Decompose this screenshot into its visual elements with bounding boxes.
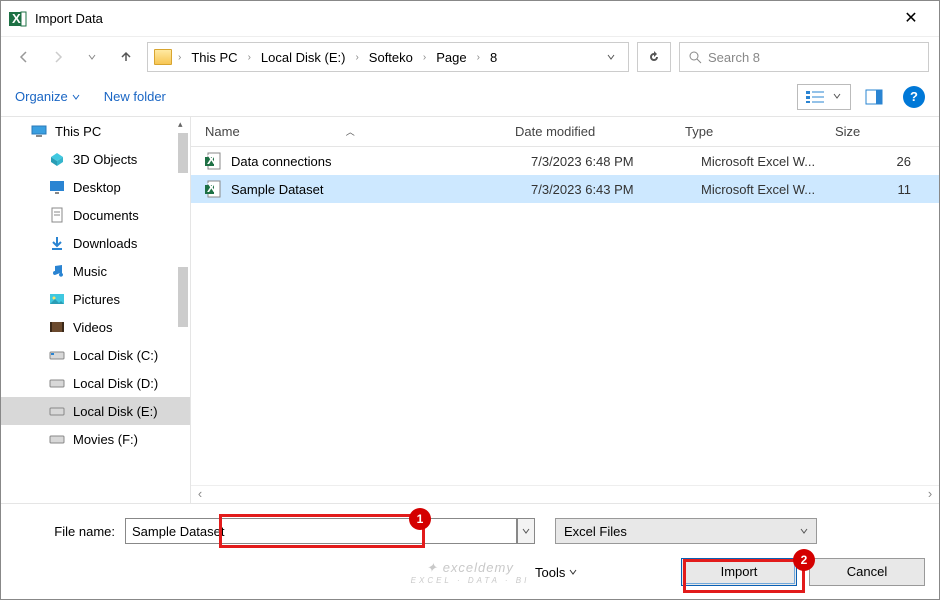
column-headers: Name︿ Date modified Type Size	[191, 117, 939, 147]
documents-icon	[49, 207, 65, 223]
file-list-pane: Name︿ Date modified Type Size X Data con…	[191, 117, 939, 503]
forward-button[interactable]	[45, 44, 71, 70]
sidebar-item-music[interactable]: Music	[1, 257, 190, 285]
new-folder-button[interactable]: New folder	[104, 89, 166, 104]
nav-bar: › This PC › Local Disk (E:) › Softeko › …	[1, 37, 939, 77]
downloads-icon	[49, 235, 65, 251]
breadcrumb-dropdown[interactable]	[600, 52, 622, 62]
sidebar-item-disk-c[interactable]: Local Disk (C:)	[1, 341, 190, 369]
up-button[interactable]	[113, 44, 139, 70]
filetype-value: Excel Files	[564, 524, 627, 539]
file-rows: X Data connections 7/3/2023 6:48 PM Micr…	[191, 147, 939, 203]
svg-text:X: X	[207, 152, 216, 167]
sidebar-item-disk-f[interactable]: Movies (F:)	[1, 425, 190, 453]
annotation-badge-2: 2	[793, 549, 815, 571]
column-header-size[interactable]: Size	[835, 124, 895, 139]
disk-icon	[49, 347, 65, 363]
chevron-right-icon: ›	[423, 52, 426, 63]
help-button[interactable]: ?	[903, 86, 925, 108]
svg-text:X: X	[207, 180, 216, 195]
filename-dropdown[interactable]	[517, 518, 535, 544]
sidebar-item-desktop[interactable]: Desktop	[1, 173, 190, 201]
file-date: 7/3/2023 6:43 PM	[531, 182, 701, 197]
search-placeholder: Search 8	[708, 50, 760, 65]
folder-icon	[154, 49, 172, 65]
titlebar: X Import Data ✕	[1, 1, 939, 37]
toolbar: Organize New folder ?	[1, 77, 939, 117]
horizontal-scrollbar[interactable]: ‹ ›	[191, 485, 939, 503]
chevron-down-icon	[800, 527, 808, 535]
search-icon	[688, 50, 702, 64]
pc-icon	[31, 123, 47, 139]
sidebar-item-disk-e[interactable]: Local Disk (E:)	[1, 397, 190, 425]
import-data-dialog: X Import Data ✕ › This PC › Local Disk (…	[0, 0, 940, 600]
music-icon	[49, 263, 65, 279]
recent-dropdown[interactable]	[79, 44, 105, 70]
file-size: 26	[851, 154, 911, 169]
search-input[interactable]: Search 8	[679, 42, 929, 72]
desktop-icon	[49, 179, 65, 195]
column-header-name[interactable]: Name︿	[205, 124, 515, 139]
sidebar-item-documents[interactable]: Documents	[1, 201, 190, 229]
filename-label: File name:	[15, 524, 125, 539]
videos-icon	[49, 319, 65, 335]
file-name: Data connections	[231, 154, 531, 169]
back-button[interactable]	[11, 44, 37, 70]
breadcrumb-item[interactable]: This PC	[187, 46, 241, 69]
breadcrumb-item[interactable]: Softeko	[365, 46, 417, 69]
file-size: 11	[851, 182, 911, 197]
navigation-sidebar: This PC 3D Objects Desktop Documents Dow…	[1, 117, 191, 503]
sidebar-item-videos[interactable]: Videos	[1, 313, 190, 341]
tools-menu[interactable]: Tools	[535, 565, 577, 580]
disk-icon	[49, 403, 65, 419]
close-button[interactable]: ✕	[891, 4, 931, 34]
dialog-body: This PC 3D Objects Desktop Documents Dow…	[1, 117, 939, 503]
file-row[interactable]: X Sample Dataset 7/3/2023 6:43 PM Micros…	[191, 175, 939, 203]
import-button[interactable]: Import	[681, 558, 797, 586]
file-type: Microsoft Excel W...	[701, 154, 851, 169]
view-mode-button[interactable]	[797, 84, 851, 110]
filename-input[interactable]	[125, 518, 517, 544]
preview-pane-button[interactable]	[857, 84, 891, 110]
file-name: Sample Dataset	[231, 182, 531, 197]
sidebar-item-pictures[interactable]: Pictures	[1, 285, 190, 313]
excel-file-icon: X	[205, 152, 223, 170]
pictures-icon	[49, 291, 65, 307]
excel-file-icon: X	[205, 180, 223, 198]
scroll-left-icon[interactable]: ‹	[191, 486, 209, 503]
disk-icon	[49, 431, 65, 447]
svg-text:X: X	[12, 11, 21, 26]
sidebar-scrollbar[interactable]: ▴	[178, 117, 188, 503]
window-title: Import Data	[35, 11, 891, 26]
chevron-right-icon: ›	[477, 52, 480, 63]
dialog-footer: File name: Excel Files Tools Import Canc…	[1, 503, 939, 599]
column-header-type[interactable]: Type	[685, 124, 835, 139]
sidebar-item-this-pc[interactable]: This PC	[1, 117, 190, 145]
breadcrumb-item[interactable]: Page	[432, 46, 470, 69]
3d-objects-icon	[49, 151, 65, 167]
cancel-button[interactable]: Cancel	[809, 558, 925, 586]
chevron-right-icon: ›	[355, 52, 358, 63]
organize-button[interactable]: Organize	[15, 89, 80, 104]
excel-app-icon: X	[9, 10, 27, 28]
sidebar-item-downloads[interactable]: Downloads	[1, 229, 190, 257]
annotation-badge-1: 1	[409, 508, 431, 530]
file-row[interactable]: X Data connections 7/3/2023 6:48 PM Micr…	[191, 147, 939, 175]
breadcrumb-bar[interactable]: › This PC › Local Disk (E:) › Softeko › …	[147, 42, 629, 72]
file-date: 7/3/2023 6:48 PM	[531, 154, 701, 169]
chevron-right-icon: ›	[248, 52, 251, 63]
sidebar-item-disk-d[interactable]: Local Disk (D:)	[1, 369, 190, 397]
file-type: Microsoft Excel W...	[701, 182, 851, 197]
scroll-right-icon[interactable]: ›	[921, 486, 939, 503]
sort-ascending-icon: ︿	[346, 125, 355, 138]
sidebar-item-3d-objects[interactable]: 3D Objects	[1, 145, 190, 173]
breadcrumb-item[interactable]: 8	[486, 46, 501, 69]
breadcrumb-item[interactable]: Local Disk (E:)	[257, 46, 350, 69]
filetype-dropdown[interactable]: Excel Files	[555, 518, 817, 544]
disk-icon	[49, 375, 65, 391]
refresh-button[interactable]	[637, 42, 671, 72]
column-header-date[interactable]: Date modified	[515, 124, 685, 139]
chevron-right-icon: ›	[178, 52, 181, 63]
